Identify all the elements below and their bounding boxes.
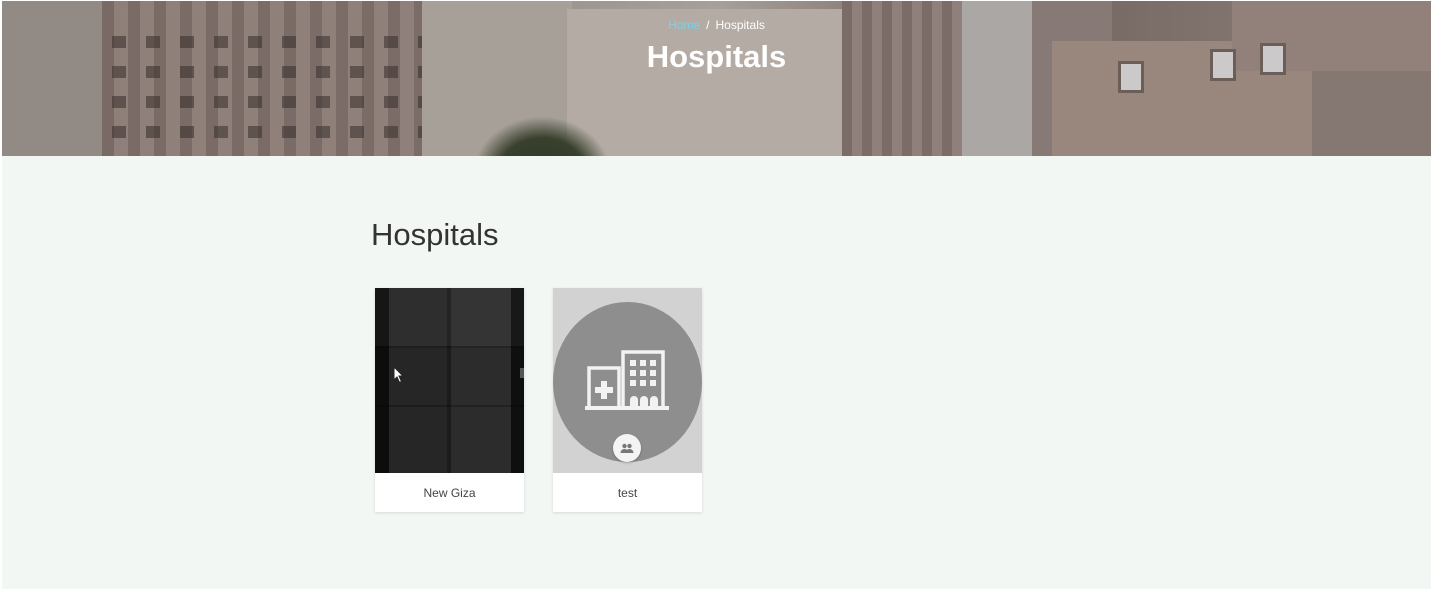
hospital-card-test[interactable]: test [553,288,702,512]
breadcrumb-current: Hospitals [715,18,765,32]
hospital-name: test [617,485,638,500]
hospital-name: New Giza [423,485,476,500]
hospital-card-new-giza[interactable]: New Giza [375,288,524,512]
breadcrumb: Home / Hospitals [2,18,1431,32]
breadcrumb-separator: / [706,18,710,32]
page: Home / Hospitals Hospitals Hospitals New G… [2,1,1431,589]
breadcrumb-home-link[interactable]: Home [668,18,700,32]
hospital-placeholder-image [553,288,702,473]
hospital-icon [585,350,669,410]
hero-banner: Home / Hospitals Hospitals [2,1,1431,156]
group-icon [613,434,641,462]
page-title: Hospitals [371,217,499,252]
hero-title: Hospitals [646,39,787,74]
mouse-cursor-icon [393,366,405,384]
